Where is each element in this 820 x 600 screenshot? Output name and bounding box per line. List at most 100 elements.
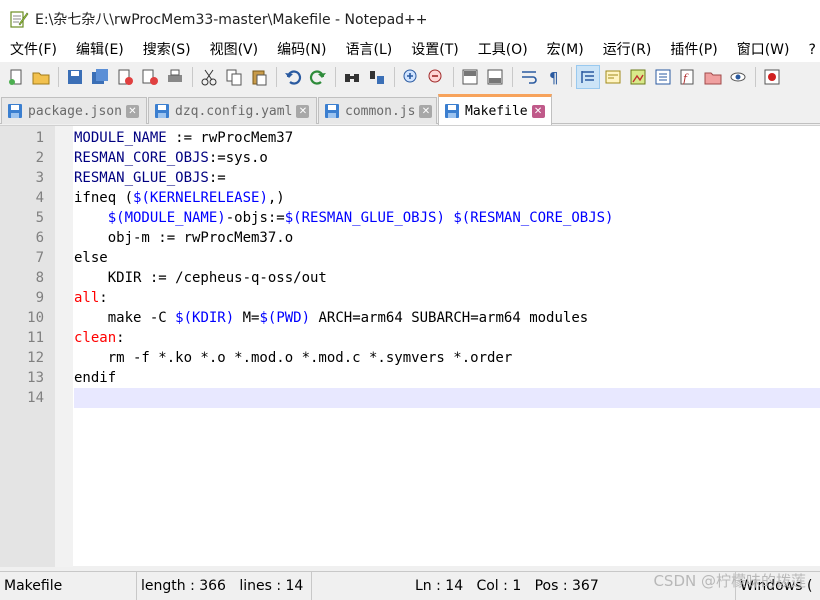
menu-item-10[interactable]: 插件(P) bbox=[660, 38, 726, 62]
line-number: 14 bbox=[27, 390, 44, 406]
indent-guide-icon bbox=[581, 71, 594, 83]
menu-item-12[interactable]: ? bbox=[799, 38, 820, 62]
menu-item-5[interactable]: 语言(L) bbox=[336, 38, 402, 62]
menu-item-1[interactable]: 编辑(E) bbox=[66, 38, 133, 62]
redo-button[interactable] bbox=[306, 65, 330, 89]
code-line[interactable]: else bbox=[74, 248, 820, 268]
editor-area[interactable]: 1 2 3 4 5 6 7 8 9 10 11 12 13 14 MODULE_NAME := rwPro… bbox=[0, 125, 820, 567]
replace-icon bbox=[370, 71, 384, 84]
record-macro-button[interactable] bbox=[760, 65, 784, 89]
doc-list-icon: f bbox=[680, 69, 694, 85]
folder-workspace-button[interactable] bbox=[701, 65, 725, 89]
language-button[interactable] bbox=[601, 65, 625, 89]
doc-map-button[interactable] bbox=[626, 65, 650, 89]
tab-package-json[interactable]: package.json ✕ bbox=[1, 97, 147, 124]
status-lines: lines : 14 bbox=[239, 577, 304, 594]
saved-file-icon bbox=[8, 104, 22, 118]
function-list-button[interactable] bbox=[651, 65, 675, 89]
new-file-button[interactable] bbox=[4, 65, 28, 89]
print-button[interactable] bbox=[163, 65, 187, 89]
menu-item-3[interactable]: 视图(V) bbox=[200, 38, 268, 62]
zoom-in-button[interactable] bbox=[399, 65, 423, 89]
doc-list-button[interactable]: f bbox=[676, 65, 700, 89]
close-file-button[interactable] bbox=[113, 65, 137, 89]
code-line[interactable]: rm -f *.ko *.o *.mod.o *.mod.c *.symvers… bbox=[74, 348, 820, 368]
sync-vertical-button[interactable] bbox=[458, 65, 482, 89]
tab-makefile[interactable]: Makefile ✕ bbox=[438, 94, 552, 125]
line-number: 5 bbox=[35, 210, 44, 226]
word-wrap-button[interactable] bbox=[517, 65, 541, 89]
code-line[interactable]: $(MODULE_NAME)-objs:=$(RESMAN_GLUE_OBJS)… bbox=[74, 208, 820, 228]
undo-button[interactable] bbox=[281, 65, 305, 89]
line-number: 8 bbox=[35, 270, 44, 286]
code-line[interactable]: make -C $(KDIR) M=$(PWD) ARCH=arm64 SUBA… bbox=[74, 308, 820, 328]
code-line[interactable] bbox=[74, 388, 820, 408]
toolbar-separator bbox=[276, 67, 277, 87]
cut-button[interactable] bbox=[197, 65, 221, 89]
code-token: else bbox=[74, 250, 108, 266]
undo-icon bbox=[285, 70, 302, 85]
menu-item-9[interactable]: 运行(R) bbox=[593, 38, 661, 62]
monitoring-icon bbox=[730, 72, 746, 82]
fold-margin[interactable] bbox=[55, 126, 73, 567]
code-line[interactable]: obj-m := rwProcMem37.o bbox=[74, 228, 820, 248]
notepadpp-logo-icon bbox=[10, 11, 29, 28]
code-token: := rwProcMem37 bbox=[166, 130, 294, 146]
code-line[interactable]: MODULE_NAME := rwProcMem37 bbox=[74, 128, 820, 148]
open-folder-icon bbox=[32, 72, 50, 85]
menu-item-6[interactable]: 设置(T) bbox=[401, 38, 467, 62]
code-line[interactable]: endif bbox=[74, 368, 820, 388]
show-all-chars-button[interactable]: ¶ bbox=[542, 65, 566, 89]
code-token: clean bbox=[74, 330, 117, 346]
save-button[interactable] bbox=[63, 65, 87, 89]
code-line[interactable]: KDIR := /cepheus-q-oss/out bbox=[74, 268, 820, 288]
toolbar-separator bbox=[335, 67, 336, 87]
tab-label: package.json bbox=[28, 103, 122, 119]
line-number: 1 bbox=[35, 130, 44, 146]
menu-item-2[interactable]: 搜索(S) bbox=[133, 38, 200, 62]
tab-common-js[interactable]: common.js ✕ bbox=[318, 97, 437, 124]
paste-button[interactable] bbox=[247, 65, 271, 89]
indent-guide-button[interactable] bbox=[576, 65, 600, 89]
code-token: :=sys.o bbox=[208, 150, 268, 166]
code-line[interactable]: ifneq ($(KERNELRELEASE),) bbox=[74, 188, 820, 208]
code-token: M= bbox=[234, 310, 260, 326]
line-number: 7 bbox=[35, 250, 44, 266]
doc-map-icon bbox=[630, 69, 646, 85]
code-text[interactable]: MODULE_NAME := rwProcMem37 RESMAN_CORE_OB… bbox=[74, 128, 820, 408]
line-number: 9 bbox=[35, 290, 44, 306]
status-col: Col : 1 bbox=[476, 577, 522, 594]
tab-close-icon[interactable]: ✕ bbox=[296, 104, 310, 118]
status-length: length : 366 bbox=[141, 577, 226, 594]
close-all-button[interactable] bbox=[138, 65, 162, 89]
tab-dzq-config-yaml[interactable]: dzq.config.yaml ✕ bbox=[148, 97, 317, 124]
sync-horizontal-button[interactable] bbox=[483, 65, 507, 89]
menu-item-0[interactable]: 文件(F) bbox=[0, 38, 66, 62]
tab-close-icon[interactable]: ✕ bbox=[531, 104, 545, 118]
toolbar-separator bbox=[58, 67, 59, 87]
line-number: 2 bbox=[35, 150, 44, 166]
tab-close-icon[interactable]: ✕ bbox=[419, 104, 433, 118]
code-token: MODULE_NAME bbox=[74, 130, 167, 146]
find-button[interactable] bbox=[340, 65, 364, 89]
menu-item-8[interactable]: 宏(M) bbox=[537, 38, 593, 62]
menu-item-11[interactable]: 窗口(W) bbox=[727, 38, 799, 62]
open-folder-button[interactable] bbox=[29, 65, 53, 89]
code-line[interactable]: RESMAN_CORE_OBJS:=sys.o bbox=[74, 148, 820, 168]
code-token: ifneq ( bbox=[74, 190, 134, 206]
save-all-button[interactable] bbox=[88, 65, 112, 89]
toolbar: ¶ f bbox=[0, 62, 820, 92]
code-line[interactable]: all: bbox=[74, 288, 820, 308]
copy-button[interactable] bbox=[222, 65, 246, 89]
code-token: all bbox=[74, 290, 100, 306]
tab-close-icon[interactable]: ✕ bbox=[125, 104, 139, 118]
menu-item-7[interactable]: 工具(O) bbox=[468, 38, 537, 62]
code-line[interactable]: clean: bbox=[74, 328, 820, 348]
zoom-out-button[interactable] bbox=[424, 65, 448, 89]
code-token: : bbox=[99, 290, 108, 306]
replace-button[interactable] bbox=[365, 65, 389, 89]
monitoring-button[interactable] bbox=[726, 65, 750, 89]
menu-item-4[interactable]: 编码(N) bbox=[267, 38, 335, 62]
title-bar: E:\杂七杂八\rwProcMem33-master\Makefile - No… bbox=[0, 0, 820, 38]
code-line[interactable]: RESMAN_GLUE_OBJS:= bbox=[74, 168, 820, 188]
